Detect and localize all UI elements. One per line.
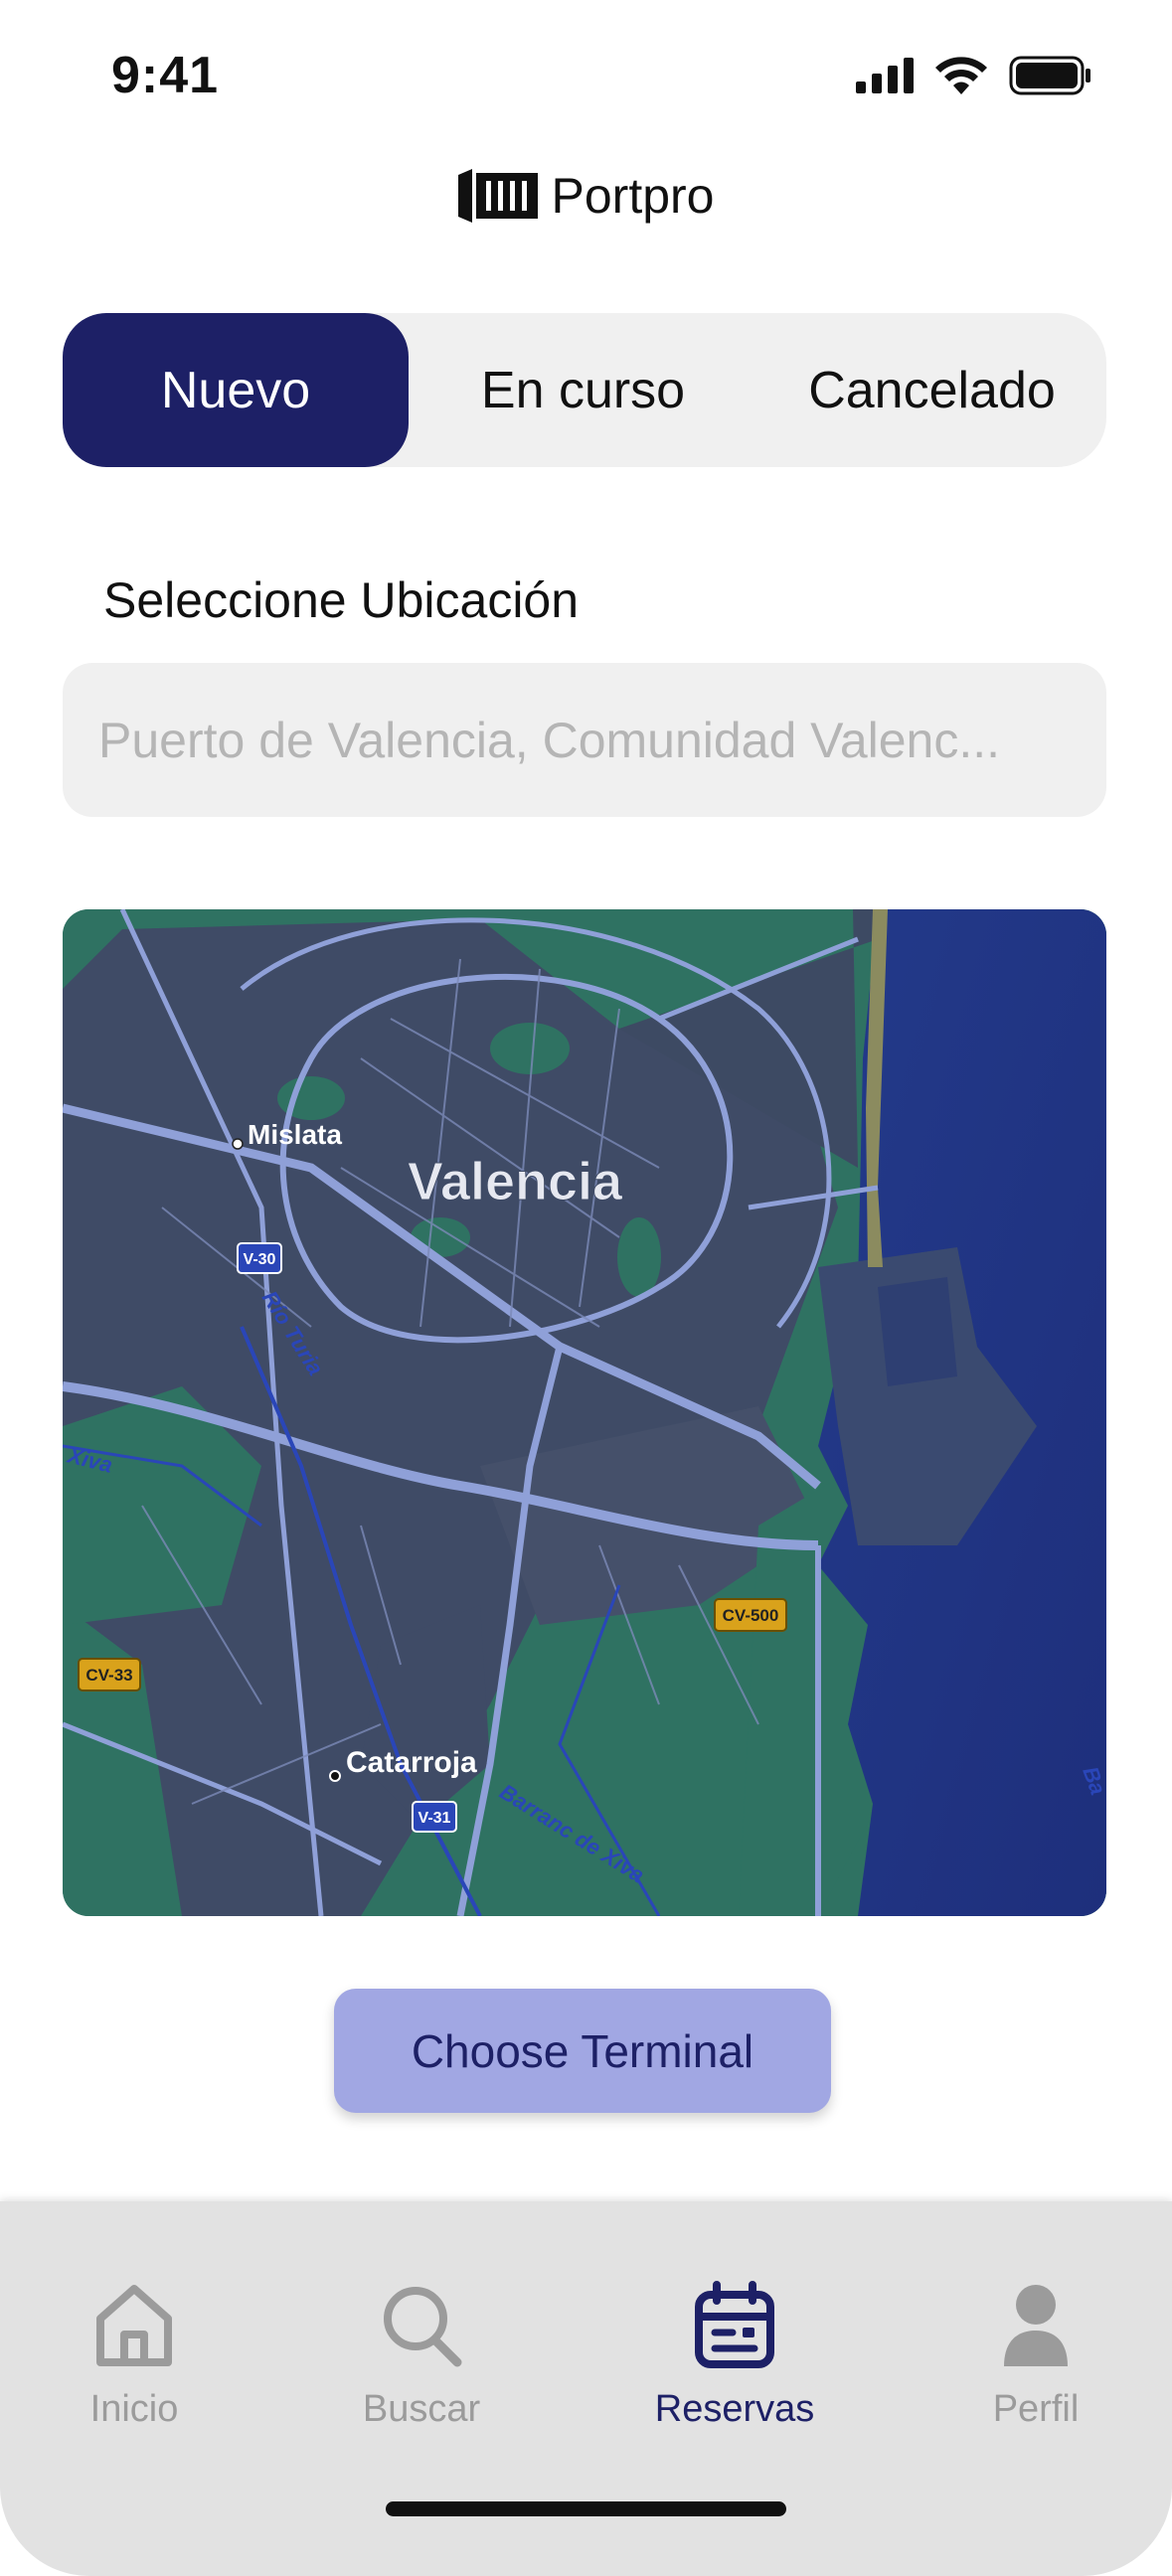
svg-text:V-31: V-31 [419,1810,451,1827]
brand: Portpro [0,167,1172,225]
home-indicator [386,2501,786,2516]
status-icons [856,56,1092,95]
calendar-icon [695,2281,774,2368]
brand-name: Portpro [551,168,715,224]
phone-screen: 9:41 Portpro Nuevo En curso Cancelado Se… [0,0,1172,2576]
location-label: Seleccione Ubicación [103,572,580,628]
nav-label-buscar: Buscar [362,2388,481,2430]
home-icon [96,2285,172,2366]
svg-text:CV-500: CV-500 [723,1606,779,1625]
battery-icon [1009,56,1090,95]
tab-nuevo[interactable]: Nuevo [63,313,409,467]
svg-text:CV-33: CV-33 [85,1666,132,1685]
svg-text:V-30: V-30 [244,1251,276,1268]
map-canvas: Valencia Mislata Catarroja V-30 CV-33 CV… [63,909,1106,1916]
road-shield-v31: V-31 [412,1801,457,1833]
nav-label-reservas: Reservas [654,2388,815,2430]
location-input[interactable] [63,663,1106,817]
wifi-icon [935,57,987,94]
map-city-label: Valencia [408,1152,623,1211]
road-shield-v30: V-30 [237,1242,282,1274]
nav-item-buscar[interactable]: Buscar [322,2281,521,2431]
tab-cancelado[interactable]: Cancelado [757,313,1106,467]
status-time: 9:41 [111,47,220,104]
status-tabs: Nuevo En curso Cancelado [63,313,1106,467]
nav-label-perfil: Perfil [992,2388,1080,2430]
road-shield-cv33: CV-33 [78,1658,141,1691]
choose-terminal-button[interactable]: Choose Terminal [334,1989,831,2113]
search-icon [384,2287,462,2367]
map-place-catarroja: Catarroja [346,1746,477,1779]
nav-label-inicio: Inicio [89,2388,179,2430]
signal-icon [856,58,914,93]
nav-item-inicio[interactable]: Inicio [35,2281,234,2431]
container-icon [457,169,538,223]
user-icon [1004,2285,1068,2366]
road-shield-cv500: CV-500 [714,1598,787,1632]
map-view[interactable]: Valencia Mislata Catarroja V-30 CV-33 CV… [63,909,1106,1916]
nav-item-reservas[interactable]: Reservas [635,2281,834,2431]
nav-item-perfil[interactable]: Perfil [936,2281,1135,2431]
map-place-mislata: Mislata [248,1119,342,1150]
bottom-nav: Inicio Buscar Reservas Perfil [0,2201,1172,2576]
tab-en-curso[interactable]: En curso [409,313,757,467]
